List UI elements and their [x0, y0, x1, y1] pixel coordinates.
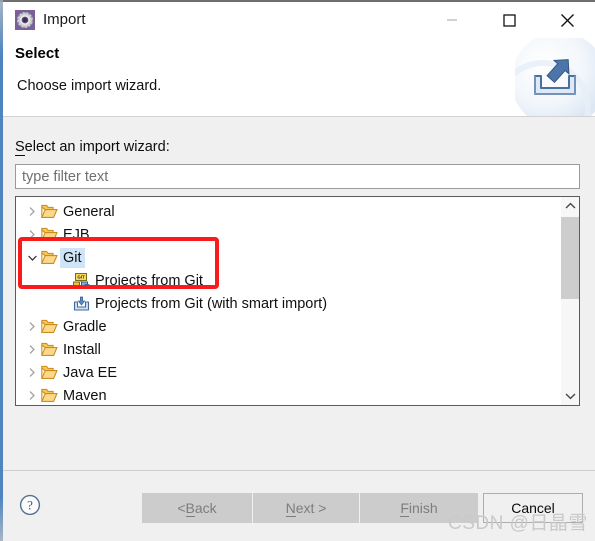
tree-item-label: Git [60, 247, 85, 268]
import-wizard-dialog: Import Select Choose import wizard. Sele… [0, 0, 595, 541]
svg-text:?: ? [27, 498, 33, 513]
minimize-icon[interactable] [429, 4, 474, 36]
scrollbar-track[interactable] [561, 215, 579, 387]
folder-icon [40, 249, 58, 267]
finish-button-rest: inish [408, 500, 438, 516]
folder-icon [40, 341, 58, 359]
tree-item-label: Projects from Git [95, 272, 203, 289]
maximize-icon[interactable] [487, 4, 532, 36]
chevron-right-icon[interactable] [24, 200, 40, 223]
git-projects-icon: GIT [72, 272, 90, 290]
finish-button-mnemonic: F [400, 499, 409, 517]
wizard-header: Select Choose import wizard. [3, 38, 595, 116]
back-button-rest: ack [194, 500, 217, 516]
scrollbar-thumb[interactable] [561, 217, 579, 299]
import-wizard-tree[interactable]: General EJB Git GIT Projects from Git Project… [15, 196, 580, 406]
title-bar[interactable]: Import [3, 2, 595, 38]
next-button[interactable]: Next > [253, 493, 359, 523]
back-button[interactable]: < Back [142, 493, 252, 523]
chevron-right-icon[interactable] [24, 361, 40, 384]
page-title: Select [15, 45, 60, 62]
tree-item-maven[interactable]: Maven [16, 384, 561, 405]
chevron-right-icon[interactable] [24, 315, 40, 338]
cancel-button-label: Cancel [511, 500, 555, 516]
import-tray-arrow-icon [515, 38, 595, 116]
svg-text:GIT: GIT [77, 274, 85, 279]
tree-item-general[interactable]: General [16, 200, 561, 223]
chevron-down-icon[interactable] [24, 246, 40, 269]
tree-vertical-scrollbar[interactable] [560, 197, 579, 405]
finish-button[interactable]: Finish [360, 493, 478, 523]
chevron-right-icon[interactable] [24, 384, 40, 405]
tree-item-label: Maven [63, 387, 107, 404]
tree-item-git[interactable]: Git [16, 246, 561, 269]
tree-item-label: Gradle [63, 318, 107, 335]
eclipse-import-gear-icon [15, 10, 35, 30]
dialog-body: Select an import wizard: GeneralEJBGitGI… [3, 117, 595, 470]
select-wizard-label: Select an import wizard: [15, 139, 170, 156]
folder-icon [40, 226, 58, 244]
tree-item-java-ee[interactable]: Java EE [16, 361, 561, 384]
tree-item-label: Java EE [63, 364, 117, 381]
tree-item-projects-from-git[interactable]: GIT Projects from Git [16, 269, 561, 292]
next-button-mnemonic: N [285, 499, 296, 517]
tree-item-label: Projects from Git (with smart import) [95, 295, 328, 312]
tree-no-twisty [56, 269, 72, 292]
window-title: Import [43, 11, 86, 28]
back-button-mnemonic: B [185, 499, 195, 517]
folder-icon [40, 364, 58, 382]
tree-item-projects-from-git-with-smart-import[interactable]: Projects from Git (with smart import) [16, 292, 561, 315]
folder-icon [40, 318, 58, 336]
help-question-icon[interactable]: ? [19, 494, 41, 521]
close-icon[interactable] [545, 4, 590, 36]
tree-item-gradle[interactable]: Gradle [16, 315, 561, 338]
git-smart-import-icon [72, 295, 90, 313]
folder-icon [40, 387, 58, 405]
tree-item-install[interactable]: Install [16, 338, 561, 361]
tree-item-label: General [63, 203, 115, 220]
cancel-button[interactable]: Cancel [483, 493, 583, 523]
chevron-right-icon[interactable] [24, 338, 40, 361]
next-button-rest: ext > [295, 500, 327, 516]
tree-rows-container: General EJB Git GIT Projects from Git Project… [16, 197, 561, 405]
chevron-down-icon[interactable] [561, 387, 579, 405]
filter-input[interactable] [15, 164, 580, 189]
dialog-footer: ? < Back Next > Finish Cancel [3, 471, 595, 541]
tree-item-ejb[interactable]: EJB [16, 223, 561, 246]
tree-item-label: Install [63, 341, 101, 358]
back-button-label: < [177, 500, 186, 516]
chevron-right-icon[interactable] [24, 223, 40, 246]
label-mnemonic: S [15, 139, 25, 156]
folder-icon [40, 203, 58, 221]
chevron-up-icon[interactable] [561, 197, 579, 215]
label-rest: elect an import wizard: [24, 139, 170, 155]
page-subtitle: Choose import wizard. [17, 78, 162, 94]
tree-no-twisty [56, 292, 72, 315]
tree-item-label: EJB [63, 226, 90, 243]
